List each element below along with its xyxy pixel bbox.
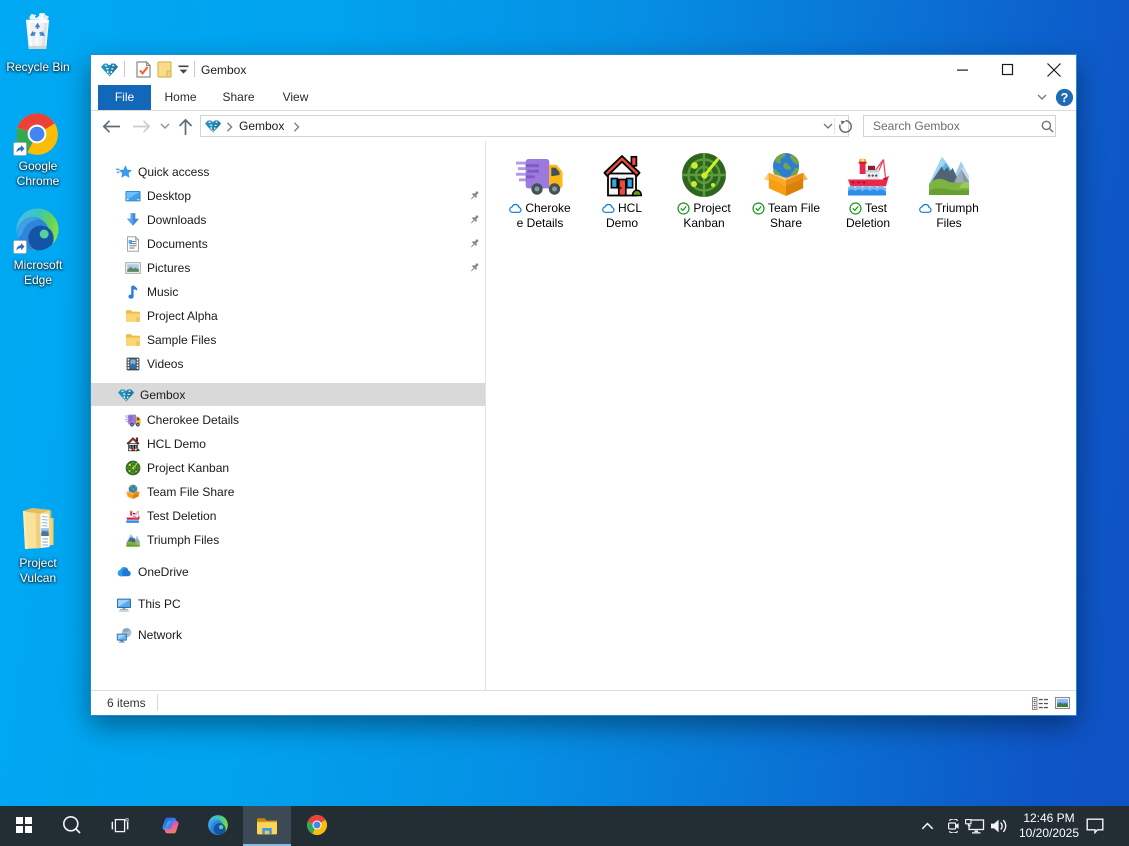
svg-text:?: ? (1061, 91, 1069, 105)
